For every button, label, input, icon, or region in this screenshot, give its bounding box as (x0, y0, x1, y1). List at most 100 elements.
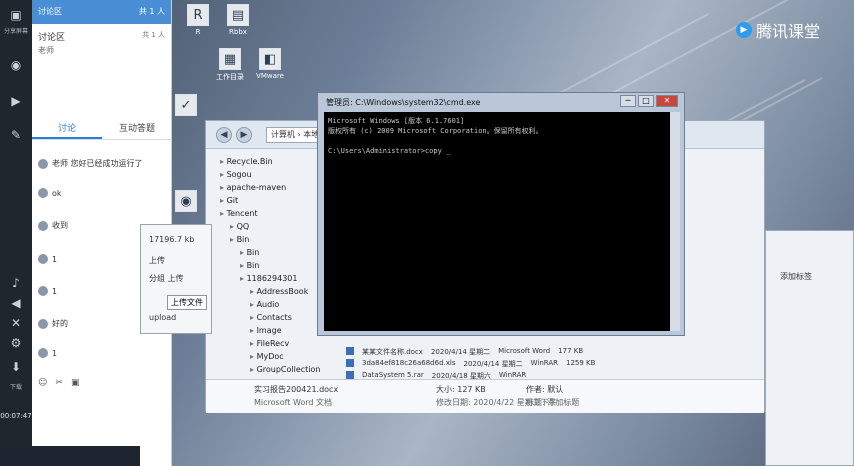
chat-toolbar: ☺ ✂ ▣ (38, 378, 79, 388)
screenshot-icon[interactable]: ✂ (55, 378, 63, 388)
emoji-icon[interactable]: ☺ (38, 378, 47, 388)
wallpaper-streak (612, 0, 808, 94)
tree-item[interactable]: Sogou (220, 170, 252, 179)
chat-message: 老师 您好已经成功运行了 (38, 158, 166, 169)
upload-popup: 17196.7 kb 上传 分组 上传 上传文件 upload (140, 224, 212, 334)
tree-item[interactable]: Tencent (220, 209, 258, 218)
tools-icon[interactable]: ✕ (6, 314, 26, 332)
tree-item[interactable]: MyDoc (250, 352, 284, 361)
popup-title: 17196.7 kb (149, 235, 195, 244)
desktop-icon-4[interactable]: ◧ VMware (252, 48, 288, 80)
console-output[interactable]: Microsoft Windows [版本 6.1.7601] 版权所有 (c)… (324, 112, 680, 331)
file-icon (346, 371, 354, 379)
window-controls: ─ □ ✕ (620, 95, 678, 107)
back-icon[interactable]: ◀ (216, 127, 232, 143)
chat-bottom-strip (0, 446, 140, 466)
video-icon[interactable]: ▶ (6, 92, 26, 110)
popup-line: 分组 上传 (149, 274, 184, 283)
desktop-icon-label: Rbbx (229, 28, 247, 36)
app-icon: ▤ (227, 4, 249, 26)
app-icon: R (187, 4, 209, 26)
chat-title: 讨论区 (38, 33, 66, 43)
details-pane: 实习报告200421.docx Microsoft Word 文档 大小: 12… (206, 379, 764, 413)
upload-file-button[interactable]: 上传文件 (167, 295, 207, 310)
chat-header: 讨论区 共 1 人 (32, 0, 171, 24)
tree-item[interactable]: Audio (250, 300, 280, 309)
app-icon: ◉ (175, 190, 197, 212)
selected-file-author: 作者: 默认 (526, 385, 564, 394)
avatar (38, 188, 48, 198)
tree-item[interactable]: FileRecv (250, 339, 290, 348)
maximize-icon[interactable]: □ (638, 95, 654, 107)
minimize-icon[interactable]: ─ (620, 95, 636, 107)
chat-message: 1 (38, 348, 166, 358)
participant-count: 共 1 人 (142, 31, 165, 39)
tree-item[interactable]: Image (250, 326, 282, 335)
session-clock: 00:07:47 (0, 412, 32, 420)
avatar (38, 254, 48, 264)
tree-item[interactable]: Bin (240, 248, 260, 257)
desktop-icon-3[interactable]: ▦ 工作目录 (212, 48, 248, 82)
popup-line: upload (149, 313, 177, 322)
chat-tabs: 讨论 互动答题 (32, 118, 172, 140)
chat-message: ok (38, 188, 166, 198)
tree-item[interactable]: apache-maven (220, 183, 287, 192)
file-icon (346, 359, 354, 367)
file-icon (346, 347, 354, 355)
screen-share-icon[interactable]: ▣ (6, 6, 26, 24)
file-row[interactable]: 3da84ef818c26a68d6d.xls 2020/4/14 星期二 Wi… (346, 359, 595, 369)
settings-icon[interactable]: ⚙ (6, 334, 26, 352)
play-icon: ▶ (736, 22, 752, 38)
tencent-classroom-logo: ▶ 腾讯课堂 (736, 18, 820, 42)
scrollbar[interactable] (670, 112, 680, 331)
image-icon[interactable]: ▣ (71, 378, 80, 388)
download-icon[interactable]: ⬇ (6, 358, 26, 376)
desktop-icon-2[interactable]: ▤ Rbbx (220, 4, 256, 36)
selected-file-size: 大小: 127 KB (436, 385, 486, 394)
desktop-icon-label: 工作目录 (216, 73, 244, 81)
background-window: 添加标签 (765, 230, 854, 466)
tree-item[interactable]: Recycle.Bin (220, 157, 273, 166)
chat-header-count: 共 1 人 (138, 7, 165, 16)
close-icon[interactable]: ✕ (656, 95, 678, 107)
brand-text: 腾讯课堂 (756, 22, 821, 41)
console-line: Microsoft Windows [版本 6.1.7601] (328, 117, 465, 125)
tree-item[interactable]: Bin (240, 261, 260, 270)
selected-file-title: 标题: 添加标题 (526, 398, 580, 407)
left-toolbar: ▣ 分享屏幕 ◉ ▶ ✎ ♪ ◀ ✕ ⚙ ⬇ 下载 00:07:47 (0, 0, 32, 466)
tree-item[interactable]: AddressBook (250, 287, 309, 296)
whiteboard-icon[interactable]: ✎ (6, 126, 26, 144)
selected-file-name: 实习报告200421.docx (254, 385, 339, 394)
speaker-icon[interactable]: ◀ (6, 294, 26, 312)
chat-header-title: 讨论区 (38, 7, 62, 16)
desktop-icon-label: VMware (256, 72, 284, 80)
vmware-icon: ◧ (259, 48, 281, 70)
popup-line: 上传 (149, 256, 165, 265)
shield-icon: ✓ (175, 94, 197, 116)
desktop-icon-label: R (195, 28, 201, 36)
forward-icon[interactable]: ▶ (236, 127, 252, 143)
sidebar-item-label: 分享屏幕 (3, 28, 28, 35)
tab-quiz[interactable]: 互动答题 (102, 118, 172, 139)
tree-item[interactable]: QQ (230, 222, 250, 231)
mic-icon[interactable]: ♪ (6, 274, 26, 292)
file-row[interactable]: 某某文件名称.docx 2020/4/14 星期二 Microsoft Word… (346, 347, 583, 357)
add-tag-label[interactable]: 添加标签 (780, 271, 812, 282)
download-label: 下载 (9, 384, 22, 391)
tree-item[interactable]: Contacts (250, 313, 292, 322)
desktop-icon-6[interactable]: ◉ (168, 190, 204, 214)
avatar (38, 318, 48, 329)
tree-item[interactable]: Bin (230, 235, 250, 244)
console-line: 版权所有 (c) 2009 Microsoft Corporation。保留所有… (328, 127, 543, 135)
desktop-icon-1[interactable]: R R (180, 4, 216, 36)
folder-icon: ▦ (219, 48, 241, 70)
tab-discussion[interactable]: 讨论 (32, 118, 102, 139)
camera-icon[interactable]: ◉ (6, 56, 26, 74)
tree-item[interactable]: 1186294301 (240, 274, 298, 283)
tree-item[interactable]: Git (220, 196, 239, 205)
tree-item[interactable]: GroupCollection (250, 365, 321, 374)
chat-subtitle: 老师 (38, 46, 54, 55)
desktop-icon-5[interactable]: ✓ (168, 94, 204, 118)
avatar (38, 220, 48, 231)
